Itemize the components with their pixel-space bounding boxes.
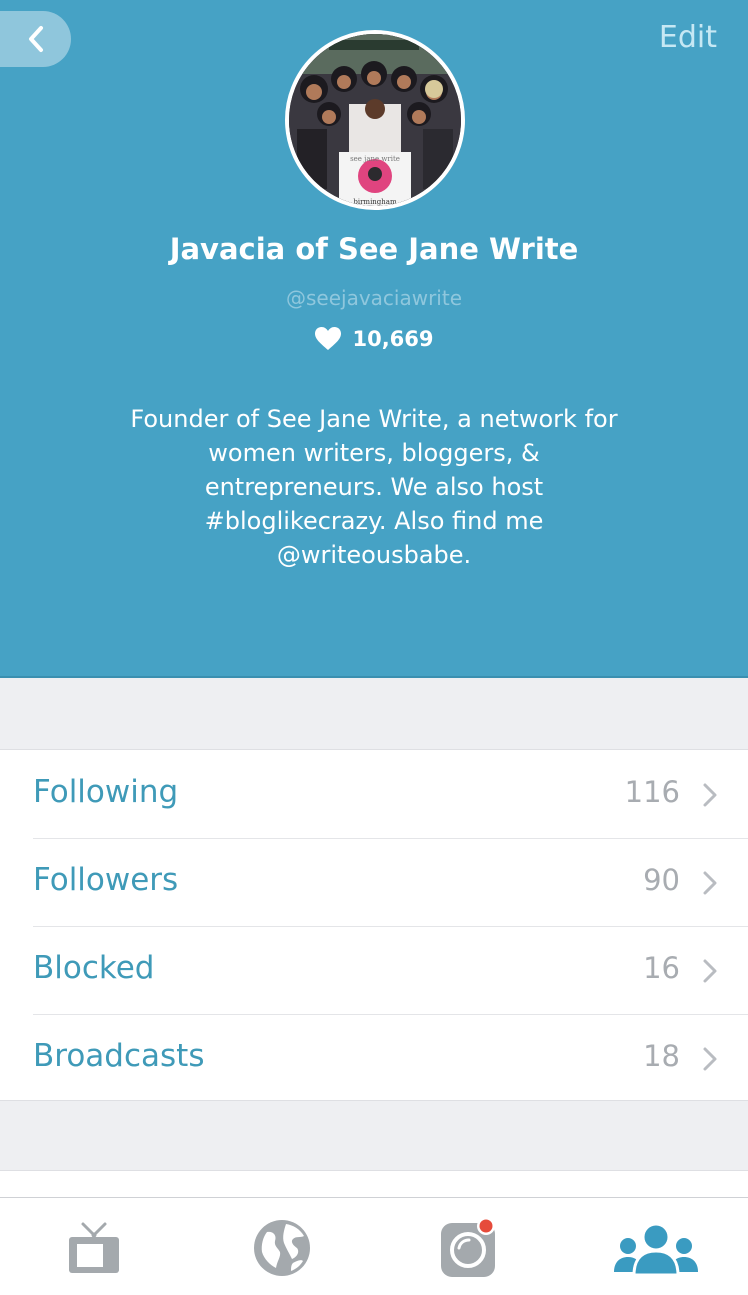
tv-icon [69, 1222, 119, 1273]
row-label: Broadcasts [33, 1038, 205, 1074]
globe-icon [254, 1220, 310, 1276]
tab-people[interactable] [611, 1216, 701, 1280]
camera-broadcast-icon [441, 1217, 495, 1277]
badge-dot [479, 1219, 493, 1233]
following-row[interactable]: Following 116 [0, 750, 748, 838]
broadcasts-row[interactable]: Broadcasts 18 [0, 1014, 748, 1102]
profile-header: Edit see jane write birmingham Javacia o… [0, 0, 748, 678]
back-button[interactable] [0, 11, 71, 67]
followers-row[interactable]: Followers 90 [0, 838, 748, 926]
profile-links-list: Following 116 Followers 90 Blocked 16 Br… [0, 749, 748, 1101]
tab-watch[interactable] [54, 1216, 134, 1280]
avatar-sign-bottom: birmingham [353, 198, 397, 206]
heart-icon [315, 327, 342, 350]
chevron-right-icon [703, 1047, 717, 1071]
people-icon [614, 1222, 698, 1276]
tab-global[interactable] [242, 1216, 322, 1280]
bio-text: Founder of See Jane Write, a network for… [130, 405, 618, 569]
row-label: Following [33, 774, 179, 810]
avatar[interactable]: see jane write birmingham [285, 30, 465, 210]
username: @seejavaciawrite [285, 286, 463, 310]
edit-button[interactable]: Edit [659, 20, 717, 55]
avatar-sign-top: see jane write [350, 155, 400, 163]
display-name: Javacia of See Jane Write [169, 232, 579, 266]
hearts-count: 10,669 [352, 326, 434, 351]
hearts-count-group: 10,669 [0, 326, 748, 351]
row-label: Followers [33, 862, 179, 898]
chevron-left-icon [28, 26, 43, 52]
avatar-photo: see jane write birmingham [289, 34, 461, 206]
row-count: 16 [643, 951, 680, 985]
chevron-right-icon [703, 783, 717, 807]
row-count: 90 [643, 863, 680, 897]
next-section-edge [0, 1170, 748, 1199]
tab-broadcast[interactable] [428, 1216, 508, 1280]
tab-bar [0, 1197, 748, 1295]
chevron-right-icon [703, 871, 717, 895]
row-label: Blocked [33, 950, 155, 986]
chevron-right-icon [703, 959, 717, 983]
row-count: 18 [643, 1039, 680, 1073]
row-count: 116 [624, 775, 680, 809]
blocked-row[interactable]: Blocked 16 [0, 926, 748, 1014]
